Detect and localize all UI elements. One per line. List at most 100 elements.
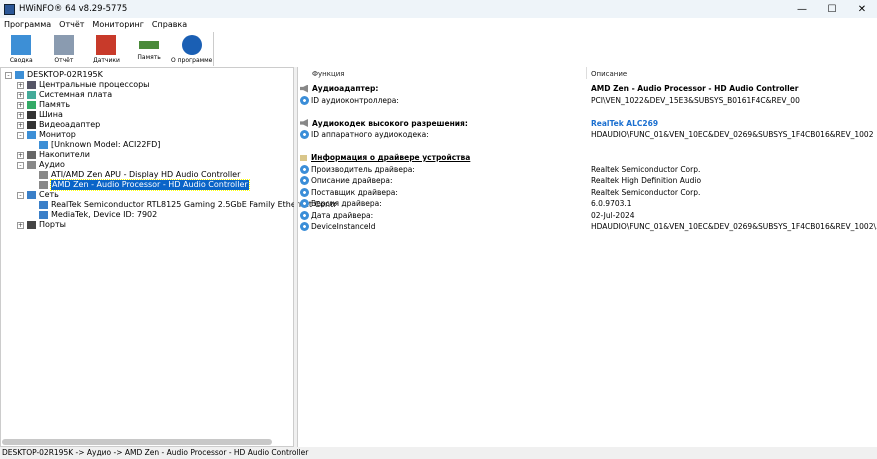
tree-node[interactable]: MediaTek, Device ID: 7902: [39, 210, 157, 220]
column-header-description[interactable]: Описание: [591, 70, 627, 78]
tree-node[interactable]: + Накопители: [17, 150, 90, 160]
tree-node-label: MediaTek, Device ID: 7902: [51, 210, 158, 219]
tree-node[interactable]: - Аудио: [17, 160, 65, 170]
detail-row[interactable]: ID аудиоконтроллера: PCI\VEN_1022&DEV_15E…: [298, 95, 877, 106]
tree-node-label: Накопители: [39, 150, 90, 159]
tree-node-icon: [27, 121, 36, 129]
toolbar-button[interactable]: Отчёт: [43, 32, 86, 66]
memory-icon: [139, 41, 160, 49]
toolbar-label: Сводка: [9, 57, 33, 64]
collapse-icon[interactable]: -: [17, 131, 24, 139]
tree-node[interactable]: + Видеоадаптер: [17, 120, 100, 130]
function-cell: DeviceInstanceId: [300, 221, 376, 232]
menu-bar: Программа Отчёт Мониторинг Справка: [0, 18, 877, 31]
toolbar-button[interactable]: Датчики: [85, 32, 128, 66]
function-cell: ID аппаратного аудиокодека:: [300, 129, 429, 140]
tree-node[interactable]: + Шина: [17, 110, 63, 120]
tree-node-label: Память: [39, 100, 71, 109]
tree-node[interactable]: - Сеть: [17, 190, 59, 200]
collapse-icon[interactable]: -: [17, 161, 24, 169]
function-label: Дата драйвера:: [311, 210, 374, 220]
tree-node-label: Видеоадаптер: [39, 120, 101, 129]
tree-node[interactable]: AMD Zen - Audio Processor - HD Audio Con…: [39, 179, 250, 191]
toolbar-button[interactable]: О программе: [170, 32, 213, 66]
expand-icon[interactable]: +: [17, 221, 24, 229]
description-value: Realtek Semiconductor Corp.: [591, 164, 701, 174]
column-header-function[interactable]: Функция: [312, 70, 345, 78]
detail-row[interactable]: ID аппаратного аудиокодека: HDAUDIO\FUNC_…: [298, 129, 877, 140]
detail-row[interactable]: Аудиокодек высокого разрешения: RealTek A…: [298, 118, 877, 129]
tree-horizontal-scrollbar[interactable]: [2, 439, 272, 445]
tree-node-icon: [39, 201, 48, 209]
description-value: 02-Jul-2024: [591, 210, 635, 220]
toolbar-label: Датчики: [93, 57, 120, 64]
description-value: 6.0.9703.1: [591, 199, 632, 208]
tree-node[interactable]: + Память: [17, 100, 70, 110]
speaker-icon: [300, 84, 308, 93]
function-label: Версия драйвера:: [311, 199, 382, 208]
collapse-icon[interactable]: -: [17, 191, 24, 199]
detail-row[interactable]: Описание драйвера: Realtek High Definitio…: [298, 175, 877, 186]
function-cell: Аудиокодек высокого разрешения:: [300, 118, 468, 129]
toolbar-button[interactable]: Сводка: [0, 32, 43, 66]
description-value: HDAUDIO\FUNC_01&VEN_10EC&DEV_0269&SUBSYS…: [591, 222, 877, 231]
menu-item[interactable]: Мониторинг: [88, 18, 148, 31]
app-icon: [4, 3, 15, 15]
tree-node[interactable]: [Unknown Model: ACI22FD]: [39, 140, 160, 150]
detail-row[interactable]: Поставщик драйвера: Realtek Semiconductor…: [298, 187, 877, 198]
tree-node-icon: [27, 91, 36, 99]
window-title: HWiNFO® 64 v8.29-5775: [19, 4, 128, 14]
tree-node[interactable]: - DESKTOP-02R195K: [5, 70, 103, 80]
tree-node[interactable]: + Порты: [17, 220, 66, 230]
detail-row[interactable]: Производитель драйвера: Realtek Semicondu…: [298, 164, 877, 175]
function-label: DeviceInstanceId: [311, 222, 376, 231]
tree-node-icon: [39, 181, 48, 189]
menu-item[interactable]: Отчёт: [55, 18, 88, 31]
expand-icon[interactable]: +: [17, 81, 24, 89]
device-tree[interactable]: - DESKTOP-02R195K + Центральные процессоры +…: [0, 67, 337, 447]
maximize-button[interactable]: ☐: [817, 0, 847, 18]
function-label: ID аудиоконтроллера:: [311, 95, 399, 105]
tree-node-label: Аудио: [39, 160, 65, 169]
tree-node[interactable]: ATI/AMD Zen APU - Display HD Audio Contr…: [39, 170, 240, 180]
function-cell: Версия драйвера:: [300, 198, 382, 209]
description-value: AMD Zen - Audio Processor - HD Audio Con…: [591, 84, 799, 93]
codec-link[interactable]: RealTek ALC269: [591, 118, 658, 129]
tree-node-label: DESKTOP-02R195K: [27, 70, 103, 79]
tree-node[interactable]: - Монитор: [17, 130, 76, 140]
expand-icon[interactable]: +: [17, 121, 24, 129]
tree-node[interactable]: + Системная плата: [17, 90, 112, 100]
expand-icon[interactable]: +: [17, 151, 24, 159]
collapse-icon[interactable]: -: [5, 71, 12, 79]
expand-icon[interactable]: +: [17, 111, 24, 119]
minimize-button[interactable]: —: [787, 0, 817, 18]
tree-node-icon: [27, 131, 36, 139]
tree-node[interactable]: + Центральные процессоры: [17, 80, 150, 90]
detail-row[interactable]: DeviceInstanceId HDAUDIO\FUNC_01&VEN_10EC…: [298, 221, 877, 232]
detail-row[interactable]: Версия драйвера: 6.0.9703.1: [298, 198, 877, 209]
menu-item[interactable]: Программа: [0, 18, 55, 31]
gear-icon: [300, 222, 309, 231]
detail-row[interactable]: Информация о драйвере устройства: [298, 152, 877, 163]
description-value: PCI\VEN_1022&DEV_15E3&SUBSYS_B0161F4C&RE…: [591, 95, 800, 105]
close-button[interactable]: ✕: [847, 0, 877, 18]
info-icon: [181, 35, 202, 55]
toolbar-button[interactable]: Память: [128, 32, 171, 66]
tree-node-label: AMD Zen - Audio Processor - HD Audio Con…: [50, 179, 250, 191]
tree-node-icon: [15, 71, 24, 79]
tree-node-icon: [27, 111, 36, 119]
detail-row[interactable]: Аудиоадаптер: AMD Zen - Audio Processor -…: [298, 83, 877, 94]
function-label: Описание драйвера:: [311, 176, 393, 185]
function-cell: Дата драйвера:: [300, 210, 373, 221]
toolbar: Сводка Отчёт Датчики Память О программе: [0, 32, 214, 66]
function-cell: Описание драйвера:: [300, 175, 393, 186]
menu-item[interactable]: Справка: [148, 18, 191, 31]
detail-row[interactable]: Дата драйвера: 02-Jul-2024: [298, 210, 877, 221]
function-cell: ID аудиоконтроллера:: [300, 95, 399, 106]
expand-icon[interactable]: +: [17, 91, 24, 99]
tree-node-label: Шина: [39, 110, 63, 119]
function-label: Производитель драйвера:: [311, 164, 415, 174]
expand-icon[interactable]: +: [17, 101, 24, 109]
tree-node[interactable]: RealTek Semiconductor RTL8125 Gaming 2.5…: [39, 200, 337, 210]
folder-icon: [300, 154, 307, 161]
